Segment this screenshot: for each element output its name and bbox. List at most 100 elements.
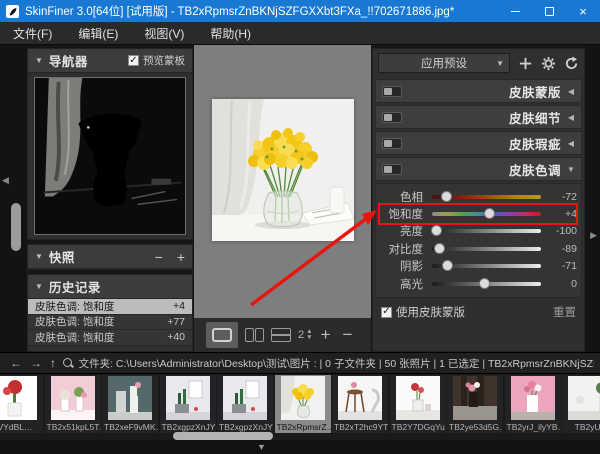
use-skin-mask-checkbox[interactable]: ✓ (381, 307, 392, 318)
skin-tone-sliders: 色相 -72 饱和度 +4 亮度 -100 对比度 (375, 183, 582, 298)
navigator-header[interactable]: ▼ 导航器 ✓ 预览蒙板 (28, 49, 192, 73)
navigator-mask-preview[interactable] (34, 77, 186, 235)
slider-handle[interactable] (484, 208, 495, 219)
snapshot-add-icon[interactable]: + (177, 249, 185, 265)
contrast-slider-row: 对比度 -89 (378, 240, 577, 257)
skin-mask-toggle[interactable] (382, 86, 402, 97)
close-button[interactable]: × (566, 0, 600, 22)
window-title: SkinFiner 3.0[64位] [试用版] - TB2xRpmsrZnBK… (25, 3, 498, 19)
image-canvas[interactable] (194, 45, 371, 318)
thumbnail-cell[interactable]: TB2xT2hc9YT… (332, 375, 388, 433)
collapse-right-panel-icon[interactable]: ▶ (590, 230, 597, 241)
thumbnail-image (0, 376, 37, 420)
slider-handle[interactable] (442, 260, 453, 271)
history-item[interactable]: 皮肤色调: 饱和度 +4 (28, 299, 192, 315)
thumbnail-cell[interactable]: TB2Y7DGqYu… (390, 375, 446, 433)
back-arrow-icon[interactable]: ← (10, 356, 22, 370)
single-view-button[interactable] (206, 322, 238, 348)
split-columns-view-button[interactable] (245, 322, 264, 348)
history-header[interactable]: ▼ 历史记录 (28, 275, 192, 299)
settings-gear-icon[interactable] (541, 56, 556, 71)
slider-handle[interactable] (431, 225, 442, 236)
preview-mask-checkbox[interactable]: ✓ (128, 55, 139, 66)
thumbnail-cell[interactable]: TB2xgpzXnJY… (217, 375, 273, 433)
compare-count-stepper[interactable]: ▲▼ (306, 329, 312, 341)
hue-slider[interactable] (432, 195, 541, 199)
view-toolbar: 2 ▲▼ + − (194, 318, 371, 352)
thumbnail-cell[interactable]: TB2yU7 (562, 375, 600, 433)
thumbnail-label: TB2Y7DGqYu… (390, 421, 446, 433)
skin-detail-toggle[interactable] (382, 112, 402, 123)
collapse-filmstrip-icon[interactable]: ▼ (257, 442, 266, 452)
menu-help[interactable]: 帮助(H) (197, 22, 264, 45)
skin-blemish-toggle[interactable] (382, 138, 402, 149)
title-bar: SkinFiner 3.0[64位] [试用版] - TB2xRpmsrZnBK… (0, 0, 600, 22)
zoom-out-button[interactable]: − (343, 325, 353, 345)
history-item-label: 皮肤色调: 饱和度 (35, 314, 114, 329)
filmstrip-horizontal-scrollbar[interactable] (173, 432, 273, 440)
thumbnail-image (396, 376, 440, 420)
slider-handle[interactable] (434, 243, 445, 254)
minimize-button[interactable] (498, 0, 532, 22)
up-folder-icon[interactable]: ↑ (50, 356, 56, 370)
chevron-left-icon[interactable]: ◀ (567, 139, 575, 148)
thumbnail-image (568, 376, 600, 420)
menu-view[interactable]: 视图(V) (131, 22, 197, 45)
menu-bar: 文件(F) 编辑(E) 视图(V) 帮助(H) (0, 22, 600, 45)
section-skin-tone[interactable]: 皮肤色调 ▼ (375, 157, 582, 181)
brightness-slider[interactable] (432, 229, 541, 233)
section-skin-detail[interactable]: 皮肤细节 ◀ (375, 105, 582, 129)
reset-refresh-icon[interactable] (564, 56, 579, 71)
highlights-slider[interactable] (432, 282, 541, 286)
thumbnail-cell-selected[interactable]: TB2xRpmsrZ… (275, 375, 331, 433)
history-item[interactable]: 皮肤色调: 饱和度 +40 (28, 330, 192, 346)
thumbnail-cell[interactable]: TB2yrJ_ilyYB… (505, 375, 561, 433)
thumbnail-image (281, 376, 325, 420)
add-preset-button[interactable] (518, 56, 533, 71)
left-vertical-scrollbar[interactable] (11, 203, 21, 251)
apply-preset-dropdown[interactable]: 应用预设 ▼ (378, 53, 510, 73)
stepper-down-icon[interactable]: ▼ (306, 335, 312, 341)
main-area: ◀ ▼ 导航器 ✓ 预览蒙板 (0, 45, 600, 352)
slider-label: 亮度 (378, 223, 432, 239)
menu-file[interactable]: 文件(F) (0, 22, 65, 45)
snapshot-header[interactable]: ▼ 快照 − + (28, 245, 192, 269)
zoom-in-button[interactable]: + (321, 325, 331, 345)
shadows-slider[interactable] (432, 264, 541, 268)
slider-handle[interactable] (441, 191, 452, 202)
section-title: 皮肤瑕疵 (509, 134, 561, 153)
section-title: 皮肤蒙版 (509, 82, 561, 101)
thumbnail-label: TB2yrJ_ilyYB… (505, 421, 561, 433)
skin-tone-toggle[interactable] (382, 164, 402, 175)
search-icon[interactable] (63, 358, 73, 369)
thumbnail-cell[interactable]: TB2x51kpL5T… (45, 375, 101, 433)
preview-mask-label: 预览蒙板 (143, 53, 185, 68)
thumbnail-label: TB2x51kpL5T… (45, 421, 101, 433)
slider-handle[interactable] (479, 278, 490, 289)
saturation-slider[interactable] (432, 212, 541, 216)
chevron-down-icon[interactable]: ▼ (567, 165, 575, 174)
reset-button[interactable]: 重置 (553, 304, 576, 320)
thumbnail-cell[interactable]: TB2ye53d5G… (447, 375, 503, 433)
chevron-left-icon[interactable]: ◀ (567, 113, 575, 122)
split-rows-view-button[interactable] (271, 322, 291, 348)
thumbnail-cell[interactable]: VYdBL… (0, 375, 43, 433)
snapshot-title: 快照 (49, 247, 75, 266)
contrast-slider[interactable] (432, 247, 541, 251)
thumbnail-cell[interactable]: TB2xgpzXnJY… (160, 375, 216, 433)
collapse-left-panel-icon[interactable]: ◀ (2, 175, 9, 186)
menu-edit[interactable]: 编辑(E) (65, 22, 131, 45)
maximize-button[interactable] (532, 0, 566, 22)
right-edge-strip: ▶ (586, 45, 600, 352)
apply-preset-label: 应用预设 (421, 55, 467, 71)
history-item[interactable]: 皮肤色调: 饱和度 +77 (28, 315, 192, 331)
thumbnail-cell[interactable]: TB2xeF9vMK… (102, 375, 158, 433)
main-photo (212, 99, 354, 241)
app-window: SkinFiner 3.0[64位] [试用版] - TB2xRpmsrZnBK… (0, 0, 600, 454)
section-skin-blemish[interactable]: 皮肤瑕疵 ◀ (375, 131, 582, 155)
chevron-left-icon[interactable]: ◀ (567, 87, 575, 96)
section-skin-mask[interactable]: 皮肤蒙版 ◀ (375, 79, 582, 103)
thumbnail-image (338, 376, 382, 420)
snapshot-remove-icon[interactable]: − (155, 249, 163, 265)
forward-arrow-icon[interactable]: → (30, 356, 42, 370)
